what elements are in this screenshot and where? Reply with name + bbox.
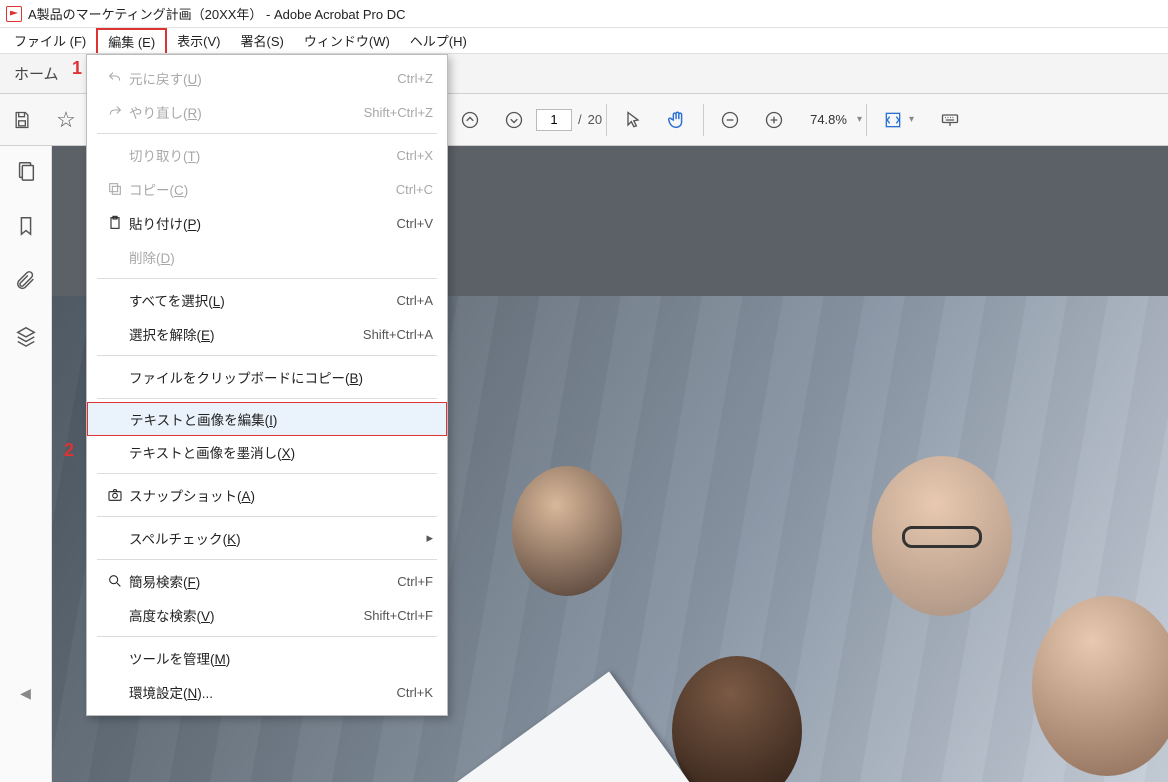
menu-cut: 切り取り(T) Ctrl+X <box>87 138 447 172</box>
redo-icon <box>101 104 129 120</box>
annotation-1: 1 <box>72 58 82 79</box>
menu-find[interactable]: 簡易検索(F) Ctrl+F <box>87 564 447 598</box>
window-title: A製品のマーケティング計画（20XX年） - Adobe Acrobat Pro… <box>28 4 406 23</box>
menu-edit[interactable]: 編集 (E) <box>96 28 167 53</box>
submenu-arrow-icon: ▸ <box>426 530 433 546</box>
thumbnails-icon[interactable] <box>15 160 37 187</box>
undo-icon <box>101 70 129 86</box>
zoom-value: 74.8% <box>804 112 853 127</box>
menu-view[interactable]: 表示(V) <box>167 28 230 53</box>
menu-select-all[interactable]: すべてを選択(L) Ctrl+A <box>87 283 447 317</box>
page-down-button[interactable] <box>492 98 536 142</box>
star-button[interactable]: ☆ <box>44 98 88 142</box>
zoom-out-button[interactable] <box>708 98 752 142</box>
chevron-down-icon: ▾ <box>857 114 862 125</box>
left-navigation-rail: ◀ <box>0 146 52 782</box>
menu-bar: ファイル (F) 編集 (E) 表示(V) 署名(S) ウィンドウ(W) ヘルプ… <box>0 28 1168 54</box>
zoom-dropdown[interactable]: 74.8% ▾ <box>804 112 862 127</box>
page-total: 20 <box>588 112 602 127</box>
menu-manage-tools[interactable]: ツールを管理(M) <box>87 641 447 675</box>
page-up-button[interactable] <box>448 98 492 142</box>
menu-help[interactable]: ヘルプ(H) <box>400 28 477 53</box>
selection-tool-button[interactable] <box>611 98 655 142</box>
camera-icon <box>101 487 129 503</box>
menu-copy: コピー(C) Ctrl+C <box>87 172 447 206</box>
page-indicator: / 20 <box>536 109 602 131</box>
app-icon <box>6 6 22 22</box>
menu-sign[interactable]: 署名(S) <box>231 28 294 53</box>
save-button[interactable] <box>0 98 44 142</box>
hand-tool-button[interactable] <box>655 98 699 142</box>
copy-icon <box>101 181 129 197</box>
chevron-down-icon: ▾ <box>909 114 914 125</box>
menu-advanced-find[interactable]: 高度な検索(V) Shift+Ctrl+F <box>87 598 447 632</box>
attachments-icon[interactable] <box>15 270 37 297</box>
menu-delete: 削除(D) <box>87 240 447 274</box>
page-current-input[interactable] <box>536 109 572 131</box>
menu-snapshot[interactable]: スナップショット(A) <box>87 478 447 512</box>
title-bar: A製品のマーケティング計画（20XX年） - Adobe Acrobat Pro… <box>0 0 1168 28</box>
keyboard-button[interactable] <box>928 98 972 142</box>
menu-redo: やり直し(R) Shift+Ctrl+Z <box>87 95 447 129</box>
menu-deselect[interactable]: 選択を解除(E) Shift+Ctrl+A <box>87 317 447 351</box>
menu-paste[interactable]: 貼り付け(P) Ctrl+V <box>87 206 447 240</box>
collapse-rail-button[interactable]: ◀ <box>20 685 31 702</box>
edit-menu-dropdown: 元に戻す(U) Ctrl+Z やり直し(R) Shift+Ctrl+Z 切り取り… <box>86 54 448 716</box>
search-icon <box>101 573 129 589</box>
menu-redact-text-and-images[interactable]: テキストと画像を墨消し(X) <box>87 435 447 469</box>
tab-home[interactable]: ホーム <box>14 63 59 84</box>
page-separator: / <box>578 112 582 127</box>
layers-icon[interactable] <box>15 325 37 352</box>
menu-file[interactable]: ファイル (F) <box>4 28 96 53</box>
annotation-2: 2 <box>64 440 74 461</box>
bookmarks-icon[interactable] <box>15 215 37 242</box>
menu-window[interactable]: ウィンドウ(W) <box>294 28 400 53</box>
paste-icon <box>101 215 129 231</box>
menu-copy-file-to-clipboard[interactable]: ファイルをクリップボードにコピー(B) <box>87 360 447 394</box>
menu-undo: 元に戻す(U) Ctrl+Z <box>87 61 447 95</box>
zoom-in-button[interactable] <box>752 98 796 142</box>
menu-preferences[interactable]: 環境設定(N)... Ctrl+K <box>87 675 447 709</box>
menu-spellcheck[interactable]: スペルチェック(K) ▸ <box>87 521 447 555</box>
menu-edit-text-and-images[interactable]: テキストと画像を編集(I) <box>87 402 447 436</box>
